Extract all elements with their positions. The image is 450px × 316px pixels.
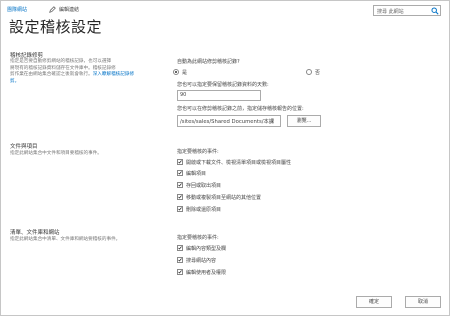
event-label-search: 搜尋網站內容 [186,258,217,264]
checkmark-icon [178,258,182,262]
event-checkbox-content-types[interactable] [177,245,183,251]
event-checkbox-search[interactable] [177,257,183,263]
auto-trim-question: 自動為此網站修剪稽核記錄? [177,59,240,65]
documents-description: 指定此網站集合中文件和項目要稽核的事件。 [10,151,102,156]
lists-events-label: 指定要稽核的事件: [177,235,219,241]
search-icon[interactable] [431,7,439,15]
event-label-content-types: 編輯內容類型及欄 [186,246,227,252]
retention-days-label: 您也可以指定要保留稽核記錄資料的天數: [177,82,269,88]
event-label-move: 移動或複製項目至網站的其他位置 [186,195,262,201]
event-label-delete: 刪除或還原項目 [186,207,222,213]
page-title: 設定稽核設定 [9,18,103,36]
checkmark-icon [178,160,182,164]
event-checkbox-checkin[interactable] [177,182,183,188]
trim-yes-radio[interactable] [173,69,179,75]
lists-heading: 清單、文件庫和網站 [10,230,60,236]
ok-button[interactable]: 確定 [356,296,392,308]
event-checkbox-permissions[interactable] [177,269,183,275]
edit-links-label: 編輯連結 [59,7,80,13]
event-checkbox-open[interactable] [177,159,183,165]
event-label-open: 開啟或下載文件、檢視清單項目或檢視項目屬性 [186,160,292,166]
retention-days-input[interactable]: 90 [177,90,261,101]
event-checkbox-move[interactable] [177,194,183,200]
log-trimming-desc-text: 剪作業在由網站集合確認之後就會執行。 [10,72,93,77]
event-label-edit: 編輯項目 [186,171,207,177]
event-label-permissions: 編輯使用者及權限 [186,270,227,276]
trim-no-radio[interactable] [306,69,312,75]
event-checkbox-edit[interactable] [177,170,183,176]
browse-button[interactable]: 瀏覽... [287,115,321,127]
documents-events-label: 指定要稽核的事件: [177,149,219,155]
search-box[interactable]: 搜尋 此網站 [373,5,441,16]
learn-more-link-end[interactable]: 剪。 [10,79,160,86]
checkmark-icon [178,207,182,211]
pencil-icon [49,6,56,13]
log-trimming-description: 指定是否要自動修剪網站的稽核記錄，也可以選擇 將現有的稽核記錄資料儲存在文件庫中… [10,59,160,85]
event-label-checkin: 存回或取出項目 [186,183,222,189]
checkmark-icon [178,183,182,187]
checkmark-icon [178,270,182,274]
home-link[interactable]: 團隊網站 [7,6,27,13]
event-checkbox-delete[interactable] [177,206,183,212]
lists-description: 指定此網站集合中清單、文件庫和網站要稽核的事件。 [10,237,121,242]
trim-yes-label: 是 [182,70,188,76]
documents-heading: 文件與項目 [10,144,38,150]
report-location-label: 您也可以在修剪稽核記錄之前，指定儲存稽核報告的位置: [177,106,304,112]
search-placeholder: 搜尋 此網站 [377,9,404,15]
log-trimming-heading: 稽核記錄修剪 [10,53,44,59]
checkmark-icon [178,246,182,250]
learn-more-link[interactable]: 深入瞭解稽核記錄修 [93,72,134,77]
checkmark-icon [178,171,182,175]
checkmark-icon [178,195,182,199]
cancel-button[interactable]: 取消 [405,296,441,308]
report-location-input[interactable]: /sites/sales/Shared Documents/本課 [177,115,281,127]
edit-links-button[interactable]: 編輯連結 [49,6,79,13]
trim-no-label: 否 [315,70,321,76]
settings-page: 團隊網站 編輯連結 搜尋 此網站 設定稽核設定 稽核記錄修剪 指定是否要自動修剪… [0,0,450,316]
